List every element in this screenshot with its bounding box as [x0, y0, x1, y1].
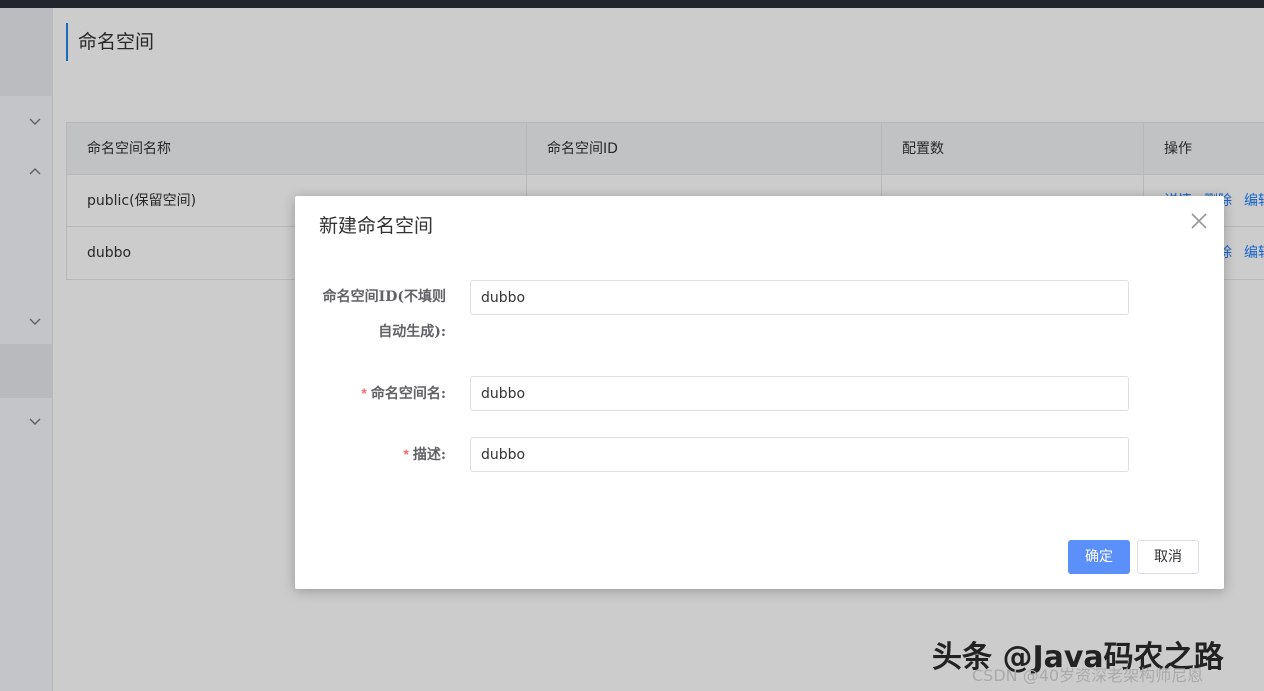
- watermark-sub: CSDN @40岁资深老架构师尼恩: [972, 666, 1204, 685]
- namespace-id-input[interactable]: [470, 280, 1129, 315]
- namespace-name-input[interactable]: [470, 376, 1129, 411]
- namespace-name-label-text: 命名空间名:: [370, 386, 446, 402]
- namespace-id-label: 命名空间ID(不填则: [322, 289, 446, 305]
- description-input[interactable]: [470, 437, 1129, 472]
- close-icon[interactable]: [1189, 211, 1209, 231]
- cancel-button[interactable]: 取消: [1137, 540, 1199, 574]
- required-mark: *: [361, 385, 367, 401]
- dialog-title: 新建命名空间: [319, 215, 434, 237]
- new-namespace-dialog: 新建命名空间 命名空间ID(不填则 自动生成): *命名空间名: *描述: 确定…: [295, 196, 1224, 589]
- required-mark: *: [403, 446, 409, 462]
- confirm-button[interactable]: 确定: [1068, 540, 1130, 574]
- namespace-id-label-line2: 自动生成):: [378, 324, 446, 340]
- namespace-name-label: * 命名空间名:: [361, 376, 446, 412]
- description-label-text: 描述:: [412, 447, 446, 463]
- description-label: * 描述:: [403, 437, 446, 473]
